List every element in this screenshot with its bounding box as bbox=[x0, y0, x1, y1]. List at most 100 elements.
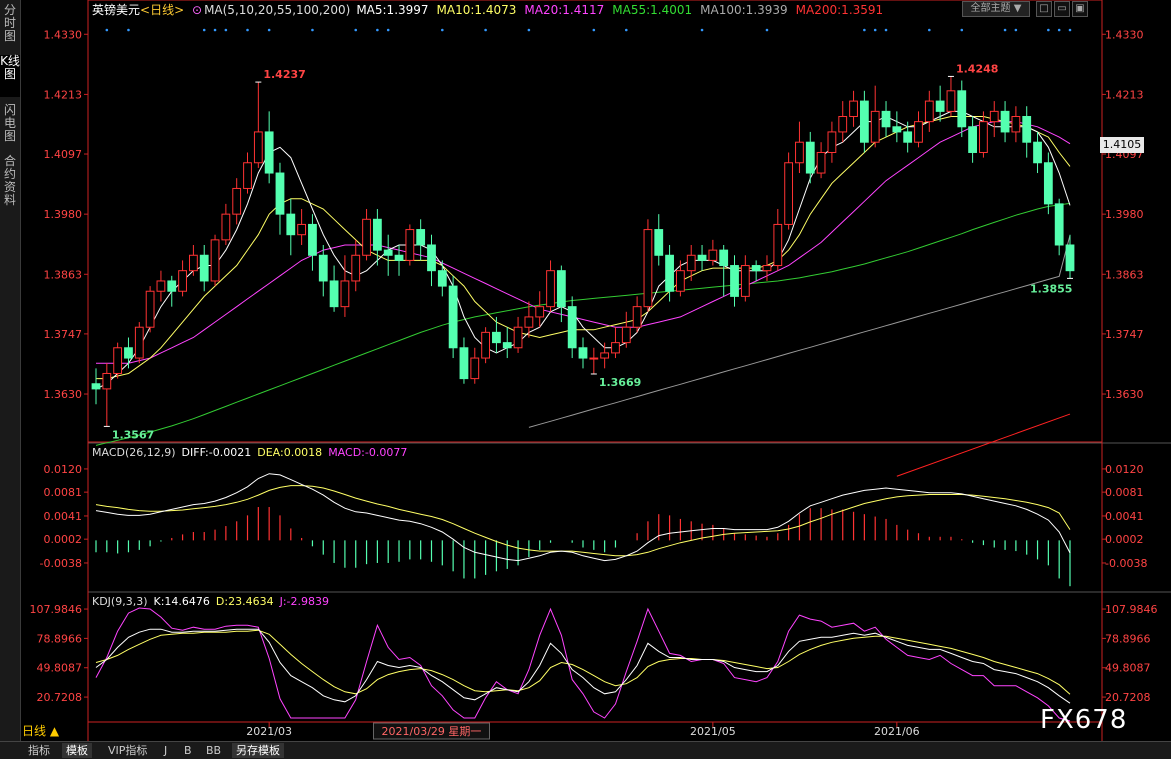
extreme-label: 1.4237 bbox=[263, 68, 305, 81]
event-dot bbox=[624, 28, 628, 32]
candle-body bbox=[470, 357, 480, 380]
candle-body bbox=[968, 126, 977, 153]
event-dot bbox=[311, 28, 314, 32]
candle-body bbox=[1033, 141, 1042, 164]
candle-body bbox=[513, 326, 523, 349]
macd-dea-label: DEA:0.0018 bbox=[257, 446, 322, 459]
candle-body bbox=[124, 347, 133, 359]
candle-body bbox=[676, 270, 685, 292]
event-dot bbox=[376, 28, 379, 32]
ma5-label: MA5:1.3997 bbox=[356, 3, 428, 17]
period-title: <日线> bbox=[140, 3, 184, 17]
candle-body bbox=[167, 280, 177, 292]
watermark-logo: FX678 bbox=[1040, 705, 1128, 735]
candle-body bbox=[383, 249, 393, 256]
event-dot bbox=[127, 28, 130, 32]
candle-body bbox=[946, 90, 956, 112]
kdj-j-label: J:-2.9839 bbox=[279, 595, 329, 608]
kdj-title: KDJ(9,3,3) bbox=[92, 595, 148, 608]
candle-body bbox=[329, 280, 339, 308]
cursor-date-label: 2021/03/29 星期一 bbox=[382, 725, 482, 738]
candle-body bbox=[621, 326, 631, 344]
candle-body bbox=[275, 172, 285, 215]
theme-dropdown[interactable]: 全部主题 ▼ bbox=[962, 1, 1030, 17]
candle-body bbox=[145, 290, 155, 328]
symbol-title: 英镑美元 bbox=[92, 2, 140, 17]
candle-body bbox=[643, 229, 653, 308]
x-tick-label: 2021/03 bbox=[246, 725, 292, 738]
macd-tick-label-right: 0.0120 bbox=[1105, 463, 1144, 476]
candle-body bbox=[286, 213, 296, 236]
candle-body bbox=[102, 372, 112, 390]
candle-body bbox=[697, 254, 707, 261]
event-dot bbox=[484, 28, 487, 32]
ma-title: MA(5,10,20,55,100,200) bbox=[204, 3, 350, 17]
tab-indicators[interactable]: 指标 bbox=[24, 743, 54, 758]
candle-body bbox=[199, 254, 209, 282]
candle-body bbox=[394, 254, 404, 261]
event-dot bbox=[1014, 28, 1018, 32]
candle-body bbox=[730, 265, 739, 297]
tab-b[interactable]: B bbox=[180, 743, 196, 758]
candle-body bbox=[935, 100, 945, 112]
kdj-d-label: D:23.4634 bbox=[216, 595, 274, 608]
candle-body bbox=[903, 131, 913, 143]
macd-tick-label-right: -0.0038 bbox=[1105, 557, 1147, 570]
current-price-marker: 1.4105 bbox=[1100, 137, 1144, 153]
tab-vip-indicators[interactable]: VIP指标 bbox=[104, 743, 151, 758]
ma200-line bbox=[896, 413, 1071, 477]
kdj-tick-label-right: 78.8966 bbox=[1105, 632, 1151, 645]
maximize-window-icon[interactable]: ▣ bbox=[1072, 1, 1088, 17]
candle-body bbox=[253, 131, 263, 164]
period-selector-label: 日线 bbox=[22, 724, 47, 738]
macd-tick-label-right: 0.0002 bbox=[1105, 533, 1144, 546]
candle-body bbox=[1022, 116, 1032, 143]
candle-body bbox=[1054, 203, 1064, 246]
extreme-label: 1.3567 bbox=[112, 428, 154, 441]
svg-text:英镑美元<日线>: 英镑美元<日线> bbox=[92, 2, 184, 17]
candle-body bbox=[459, 347, 469, 380]
candle-body bbox=[751, 265, 761, 272]
macd-tick-label-left: 0.0002 bbox=[44, 533, 83, 546]
candle-body bbox=[784, 162, 794, 225]
price-tick-label-right: 1.3980 bbox=[1105, 208, 1144, 221]
kdj-tick-label-right: 49.8087 bbox=[1105, 662, 1151, 675]
indicator-icon: ⊙ bbox=[192, 3, 202, 17]
candle-body bbox=[351, 254, 361, 282]
restore-window-icon[interactable]: □ bbox=[1036, 1, 1052, 17]
event-dot bbox=[224, 28, 228, 32]
ma55-line bbox=[95, 202, 1071, 446]
minimize-window-icon[interactable]: ▭ bbox=[1054, 1, 1070, 17]
event-dot bbox=[1068, 28, 1072, 32]
price-tick-label-left: 1.4213 bbox=[44, 88, 83, 101]
tab-save-template[interactable]: 另存模板 bbox=[232, 743, 284, 758]
price-tick-label-right: 1.4330 bbox=[1105, 28, 1144, 41]
ma20-label: MA20:1.4117 bbox=[524, 3, 604, 17]
tab-bb[interactable]: BB bbox=[202, 743, 225, 758]
candle-body bbox=[1043, 162, 1053, 205]
x-tick-label: 2021/05 bbox=[690, 725, 736, 738]
event-dot bbox=[354, 28, 358, 32]
candle-body bbox=[665, 254, 674, 292]
candle-body bbox=[805, 141, 815, 174]
candle-body bbox=[481, 331, 490, 359]
candle-body bbox=[914, 121, 923, 143]
extreme-label: 1.3855 bbox=[1030, 282, 1072, 295]
tab-templates[interactable]: 模板 bbox=[62, 743, 92, 758]
event-dot bbox=[863, 28, 866, 32]
candle-body bbox=[297, 223, 307, 236]
candle-body bbox=[957, 90, 967, 128]
price-tick-label-left: 1.4097 bbox=[44, 148, 83, 161]
tab-j[interactable]: J bbox=[160, 743, 171, 758]
svg-text:⊙MA(5,10,20,55,100,200)MA5:1.3: ⊙ MA(5,10,20,55,100,200) MA5:1.3997 MA10:1.… bbox=[192, 3, 883, 17]
event-dot bbox=[960, 28, 964, 32]
event-dot bbox=[441, 28, 444, 32]
event-dot bbox=[1003, 28, 1007, 32]
macd-tick-label-left: -0.0038 bbox=[40, 557, 82, 570]
kdj-panel bbox=[95, 607, 1071, 722]
candlesticks bbox=[91, 76, 1075, 427]
kdj-tick-label-left: 20.7208 bbox=[37, 691, 83, 704]
macd-value-label: MACD:-0.0077 bbox=[328, 446, 407, 459]
candle-body bbox=[416, 229, 426, 246]
period-selector[interactable]: 日线 ▲ bbox=[22, 723, 82, 740]
